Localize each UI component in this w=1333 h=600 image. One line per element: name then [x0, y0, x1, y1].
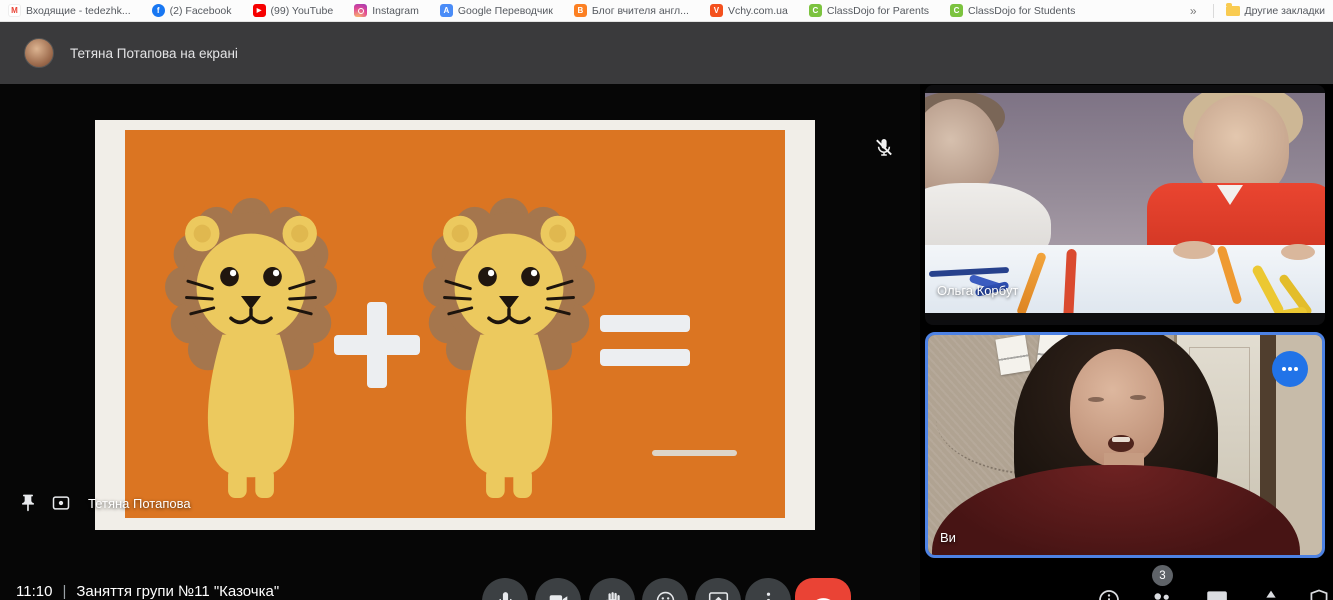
equals-sign	[600, 315, 690, 366]
tile-options-button[interactable]	[1272, 351, 1308, 387]
bookmarks-bar: M Входящие - tedezhk... f (2) Facebook ▶…	[0, 0, 1333, 22]
screen: M Входящие - tedezhk... f (2) Facebook ▶…	[0, 0, 1333, 600]
lion-illustration-1	[165, 192, 337, 504]
child-hand	[1173, 241, 1215, 259]
activities-button[interactable]	[1258, 587, 1284, 600]
bookmark-label: Входящие - tedezhk...	[26, 5, 131, 17]
meeting-name: Заняття групи №11 "Казочка"	[76, 583, 279, 600]
clock: 11:10	[16, 583, 52, 600]
teacher-mouth	[1108, 435, 1134, 452]
teacher-eye	[1088, 397, 1104, 402]
bookmark-classdojo-parents[interactable]: C ClassDojo for Parents	[809, 4, 929, 17]
video-feed-self	[928, 335, 1322, 555]
folder-icon	[1226, 6, 1240, 16]
presentation-label-row: Тетяна Потапова	[18, 493, 191, 513]
bookmark-label: ClassDojo for Parents	[827, 5, 929, 17]
end-call-button[interactable]	[795, 578, 851, 600]
chat-button[interactable]	[1204, 587, 1230, 600]
presentation-tile[interactable]: Тетяна Потапова	[0, 84, 920, 600]
shared-slide	[95, 120, 815, 530]
bookmark-label: Vchy.com.ua	[728, 5, 788, 17]
video-tile-you[interactable]: Ви	[925, 332, 1325, 558]
info-divider: |	[62, 583, 66, 600]
other-bookmarks-button[interactable]: Другие закладки	[1226, 5, 1325, 17]
bookmark-gmail-inbox[interactable]: M Входящие - tedezhk...	[8, 4, 131, 17]
presenter-name-label: Тетяна Потапова	[88, 496, 191, 511]
bookmarks-divider	[1213, 4, 1214, 18]
lion-illustration-2	[423, 192, 595, 504]
wall-card	[995, 335, 1030, 375]
presenting-banner-text: Тетяна Потапова на екрані	[70, 46, 238, 61]
child-hand	[1281, 244, 1315, 260]
bookmark-label: Google Переводчик	[458, 5, 553, 17]
instagram-icon	[354, 4, 367, 17]
classdojo-icon: C	[809, 4, 822, 17]
slide-content	[125, 130, 785, 518]
bookmark-facebook[interactable]: f (2) Facebook	[152, 4, 232, 17]
vchy-icon: V	[710, 4, 723, 17]
plus-sign	[334, 302, 420, 388]
presenter-avatar	[24, 38, 54, 68]
bookmark-youtube[interactable]: ▶ (99) YouTube	[253, 4, 334, 17]
mic-off-icon	[872, 136, 896, 160]
participants-count-badge: 3	[1152, 565, 1173, 586]
bookmark-google-translate[interactable]: A Google Переводчик	[440, 4, 553, 17]
minimize-presentation-icon[interactable]	[51, 493, 71, 513]
bookmark-label: (99) YouTube	[271, 5, 334, 17]
bookmark-label: Блог вчителя англ...	[592, 5, 689, 17]
meeting-details-button[interactable]	[1096, 587, 1122, 600]
video-feed-children	[925, 93, 1325, 313]
video-tile-olha-korbut[interactable]: Ольга Корбут	[925, 85, 1325, 325]
facebook-icon: f	[152, 4, 165, 17]
bookmarks-overflow-chevron[interactable]: »	[1186, 4, 1201, 18]
bookmark-vchy[interactable]: V Vchy.com.ua	[710, 4, 788, 17]
gmail-icon: M	[8, 4, 21, 17]
bookmark-label: Instagram	[372, 5, 419, 17]
meeting-info: 11:10 | Заняття групи №11 "Казочка"	[16, 583, 279, 600]
people-button[interactable]	[1148, 587, 1174, 600]
participant-name-label: Ольга Корбут	[937, 283, 1018, 298]
pin-icon[interactable]	[18, 493, 38, 513]
bookmark-instagram[interactable]: Instagram	[354, 4, 419, 17]
google-translate-icon: A	[440, 4, 453, 17]
self-name-label: Ви	[940, 530, 956, 545]
bookmark-teacher-blog[interactable]: B Блог вчителя англ...	[574, 4, 689, 17]
youtube-icon: ▶	[253, 4, 266, 17]
classdojo-icon: C	[950, 4, 963, 17]
teacher-eye	[1130, 395, 1146, 400]
other-bookmarks-label: Другие закладки	[1245, 5, 1325, 17]
bookmark-classdojo-students[interactable]: C ClassDojo for Students	[950, 4, 1075, 17]
bookmark-label: ClassDojo for Students	[968, 5, 1075, 17]
presenting-banner: Тетяна Потапова на екрані	[0, 22, 1333, 84]
answer-blank	[652, 450, 737, 456]
host-controls-button[interactable]	[1306, 587, 1332, 600]
blogger-icon: B	[574, 4, 587, 17]
bookmark-label: (2) Facebook	[170, 5, 232, 17]
